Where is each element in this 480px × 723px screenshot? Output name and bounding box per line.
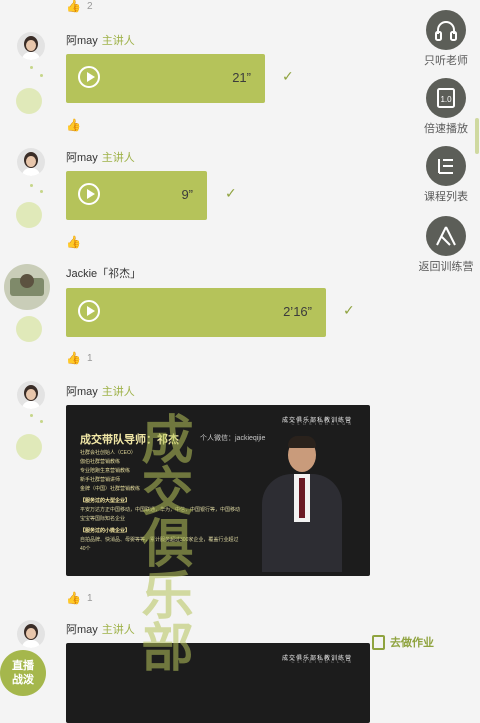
check-icon: ✓: [282, 68, 294, 84]
side-button-label: 倍速播放: [424, 123, 468, 135]
voice-duration: 21”: [232, 70, 251, 85]
avatar[interactable]: [17, 620, 45, 648]
slide-bullet: 新手社群营销讲师: [80, 477, 121, 483]
sender-name: 阿may 主讲人: [66, 152, 135, 164]
voice-duration: 9”: [181, 187, 193, 202]
decoration-dot: [30, 414, 33, 417]
image-message[interactable]: 成交俱乐部私教训练营 C L O S I N G C L U B: [66, 643, 370, 723]
watermark: 成交俱乐部: [133, 412, 191, 672]
thumbs-up-icon[interactable]: 👍: [66, 235, 81, 249]
decoration-dot: [40, 420, 43, 423]
course-list-button[interactable]: 课程列表: [418, 146, 474, 204]
chat-feed[interactable]: 👍 2 阿may主讲人 21” ✓ 👍 阿may主讲人 9” ✓ 👍 Jac: [0, 0, 480, 723]
image-message[interactable]: 成交俱乐部私教训练营 C L O S I N G C L U B 成交带队导师：…: [66, 405, 370, 576]
live-badge[interactable]: 直播 战泼: [0, 650, 46, 696]
headphones-icon: [426, 10, 466, 50]
like-count: 1: [86, 352, 93, 364]
avatar-decoration: [16, 88, 42, 114]
thumbs-up-icon[interactable]: 👍: [66, 118, 81, 132]
avatar[interactable]: [4, 264, 50, 310]
do-homework-button[interactable]: 去做作业: [372, 634, 434, 650]
listen-teacher-only-button[interactable]: 只听老师: [418, 10, 474, 68]
svg-text:1.0: 1.0: [440, 95, 452, 104]
decoration-dot: [40, 190, 43, 193]
like-row[interactable]: 👍: [66, 235, 87, 249]
side-button-label: 课程列表: [424, 191, 468, 203]
decoration-dot: [30, 184, 33, 187]
thumbs-up-icon[interactable]: 👍: [66, 591, 81, 605]
voice-message[interactable]: 9”: [66, 171, 207, 220]
slide-bullet: 伽伯社群营销教练: [80, 459, 121, 465]
avatar-decoration: [16, 202, 42, 228]
speed-play-icon: 1.0: [426, 78, 466, 118]
speaker-portrait: [256, 432, 348, 572]
avatar[interactable]: [17, 381, 45, 409]
avatar-decoration: [16, 434, 42, 460]
sender-name: 阿may 主讲人: [66, 35, 135, 47]
voice-duration: 2’16”: [283, 304, 312, 319]
play-icon[interactable]: [78, 183, 100, 205]
return-camp-icon: [426, 216, 466, 256]
slide-brand-sub: C L O S I N G C L U B: [291, 659, 352, 664]
thumbs-up-icon[interactable]: 👍: [66, 0, 81, 13]
homework-label: 去做作业: [390, 637, 434, 649]
play-icon[interactable]: [78, 300, 100, 322]
avatar-decoration: [16, 316, 42, 342]
return-camp-button[interactable]: 返回训练营: [418, 216, 474, 274]
course-list-icon: [426, 146, 466, 186]
check-icon: ✓: [343, 302, 355, 318]
avatar[interactable]: [17, 148, 45, 176]
like-row[interactable]: 👍 1: [66, 351, 93, 365]
voice-message[interactable]: 21”: [66, 54, 265, 103]
side-button-label: 只听老师: [424, 55, 468, 67]
sender-name: 阿may 主讲人: [66, 386, 135, 398]
homework-icon: [372, 634, 385, 650]
live-badge-label: 直播 战泼: [12, 660, 34, 686]
like-row[interactable]: 👍 1: [66, 591, 93, 605]
like-row[interactable]: 👍: [66, 118, 87, 132]
play-icon[interactable]: [78, 66, 100, 88]
side-button-label: 返回训练营: [418, 261, 474, 273]
check-icon: ✓: [225, 185, 237, 201]
like-count: 1: [86, 592, 93, 604]
scrollbar[interactable]: [475, 118, 479, 154]
like-count: 2: [86, 0, 93, 12]
speed-play-button[interactable]: 1.0 倍速播放: [418, 78, 474, 136]
thumbs-up-icon[interactable]: 👍: [66, 351, 81, 365]
sender-name: Jackie「祁杰」: [66, 268, 142, 280]
voice-message[interactable]: 2’16”: [66, 288, 326, 337]
like-row[interactable]: 👍 2: [66, 0, 93, 13]
avatar[interactable]: [17, 32, 45, 60]
slide-brand-sub: C L O S I N G C L U B: [291, 421, 352, 426]
decoration-dot: [30, 66, 33, 69]
decoration-dot: [40, 74, 43, 77]
